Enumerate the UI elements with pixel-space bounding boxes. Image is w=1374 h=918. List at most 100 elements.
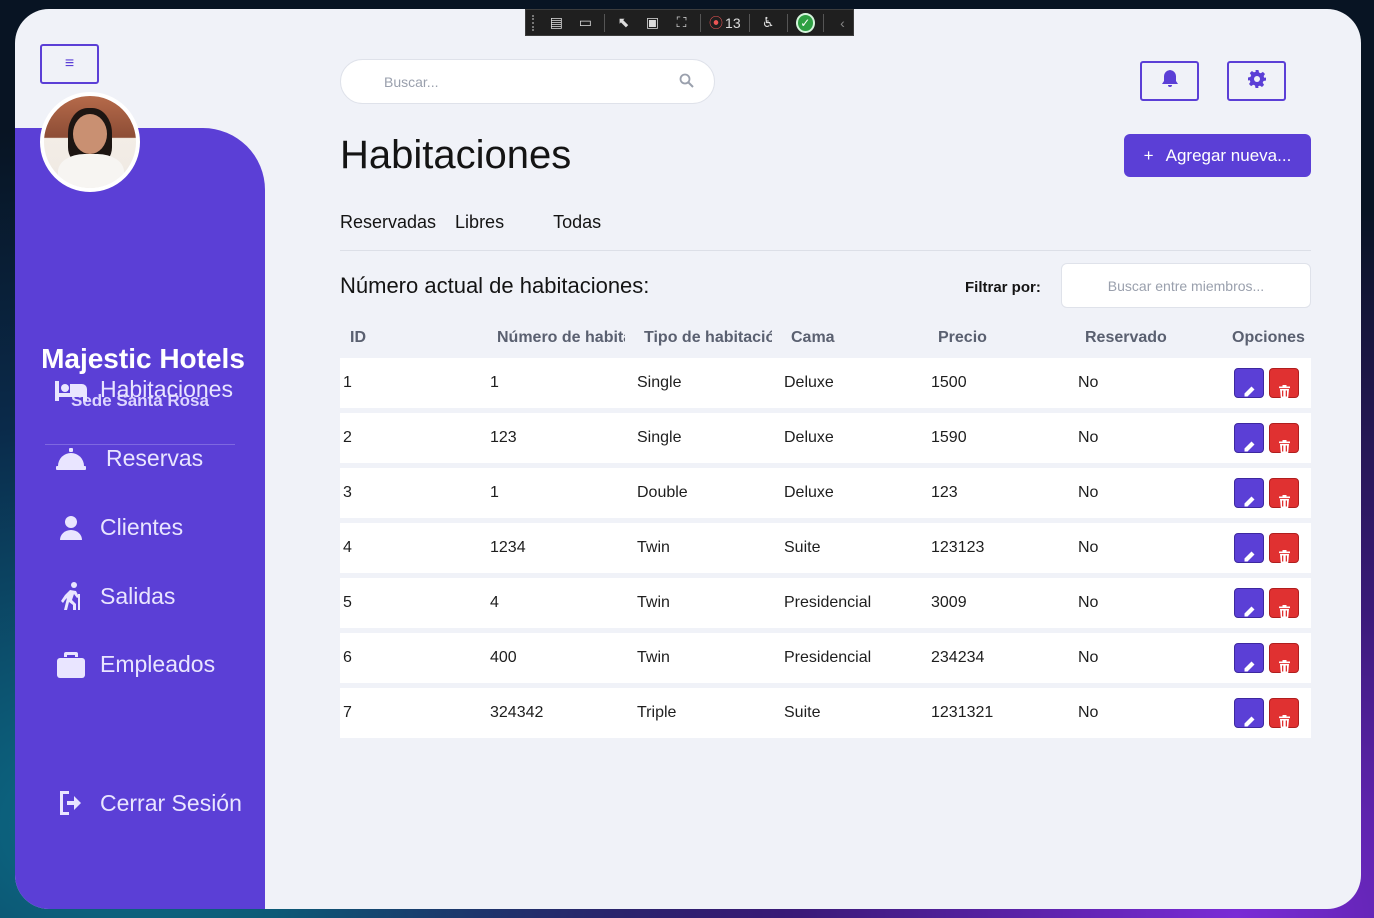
delete-button[interactable] [1269,588,1299,618]
hamburger-icon: ≡ [64,55,75,72]
column-header-id[interactable]: ID [350,329,366,347]
tab-libres[interactable]: Libres [455,212,504,233]
column-header-reserved[interactable]: Reservado [1085,329,1167,347]
cell-id: 4 [343,539,352,556]
cell-price: 234234 [931,649,985,666]
column-header-room-type[interactable]: Tipo de habitación [644,329,772,347]
delete-button[interactable] [1269,643,1299,673]
table-row[interactable]: 7 324342 Triple Suite 1231321 No [340,688,1311,738]
cell-id: 1 [343,374,352,391]
table-row[interactable]: 6 400 Twin Presidencial 234234 No [340,633,1311,683]
table-row[interactable]: 5 4 Twin Presidencial 3009 No [340,578,1311,628]
column-header-room-number[interactable]: Número de habitación [497,329,625,347]
cell-room-number: 4 [490,594,499,611]
cell-id: 6 [343,649,352,666]
cell-room-number: 123 [490,429,517,446]
filter-label: Filtrar por: [965,279,1041,296]
pencil-icon [1243,385,1255,403]
delete-button[interactable] [1269,368,1299,398]
collapse-chevron-icon[interactable]: ‹ [832,14,853,32]
delete-button[interactable] [1269,698,1299,728]
track-focus-icon[interactable]: ⛶ [671,14,692,32]
logout-button[interactable]: Cerrar Sesión [53,789,242,817]
sidebar-item-label: Habitaciones [100,376,233,402]
walking-icon [53,582,89,610]
user-icon [53,515,89,540]
cell-room-type: Twin [637,539,670,556]
table-row[interactable]: 1 1 Single Deluxe 1500 No [340,358,1311,408]
cell-reserved: No [1078,374,1099,391]
pencil-icon [1243,715,1255,733]
sidebar-item-clientes[interactable]: Clientes [53,514,183,541]
sidebar-item-label: Salidas [100,582,176,609]
tab-reservadas[interactable]: Reservadas [340,212,436,233]
trash-icon [1278,385,1290,403]
bed-icon [53,379,89,401]
edit-button[interactable] [1234,423,1264,453]
edit-button[interactable] [1234,368,1264,398]
service-bell-icon [53,447,89,470]
pencil-icon [1243,660,1255,678]
add-new-button[interactable]: + Agregar nueva... [1124,134,1311,177]
column-header-bed[interactable]: Cama [791,329,835,347]
brand-name: Majestic Hotels [41,343,245,374]
checkmark-icon[interactable]: ✓ [795,12,815,33]
cell-room-type: Single [637,429,682,446]
sidebar-item-reservas[interactable]: Reservas [53,445,203,472]
record-icon[interactable]: ▭ [575,14,596,32]
avatar[interactable] [40,92,140,192]
sidebar-item-label: Clientes [100,514,184,540]
sidebar-item-empleados[interactable]: Empleados [53,651,215,678]
edit-button[interactable] [1234,698,1264,728]
trash-icon [1278,550,1290,568]
table-row[interactable]: 3 1 Double Deluxe 123 No [340,468,1311,518]
cell-room-type: Twin [637,649,670,666]
hamburger-menu-button[interactable]: ≡ [40,44,99,84]
grip-handle[interactable] [532,14,538,31]
edit-button[interactable] [1234,588,1264,618]
binding-failures-count: 13 [725,14,741,31]
cell-bed: Presidencial [784,649,872,666]
cell-bed: Suite [784,539,821,556]
cell-room-type: Double [637,484,688,501]
notifications-button[interactable] [1140,61,1199,101]
page-title: Habitaciones [340,133,572,177]
display-layout-icon[interactable]: ▣ [642,14,663,32]
cell-bed: Deluxe [784,374,834,391]
column-header-price[interactable]: Precio [938,329,987,347]
sidebar: Majestic Hotels Sede Santa Rosa Habitaci… [15,128,265,909]
members-search-input[interactable]: Buscar entre miembros... [1061,263,1311,308]
tab-todas[interactable]: Todas [553,212,601,233]
edit-button[interactable] [1234,643,1264,673]
delete-button[interactable] [1269,533,1299,563]
filter-tabs: Reservadas Libres Todas [340,212,620,233]
search-input[interactable]: Buscar... [384,74,438,90]
cell-room-number: 1 [490,484,499,501]
cell-reserved: No [1078,429,1099,446]
table-header: ID Número de habitación Tipo de habitaci… [340,323,1311,353]
table-row[interactable]: 4 1234 Twin Suite 123123 No [340,523,1311,573]
search-field[interactable]: Buscar... [340,59,715,104]
trash-icon [1278,605,1290,623]
binding-failures-icon[interactable]: ⦿ 13 [709,14,741,32]
cell-price: 1500 [931,374,967,391]
cell-id: 5 [343,594,352,611]
edit-button[interactable] [1234,478,1264,508]
delete-button[interactable] [1269,478,1299,508]
table-row[interactable]: 2 123 Single Deluxe 1590 No [340,413,1311,463]
plus-icon: + [1143,145,1154,165]
live-tree-icon[interactable]: ▤ [546,14,567,32]
briefcase-icon [53,651,89,678]
sidebar-item-habitaciones[interactable]: Habitaciones [53,376,233,403]
cell-price: 1590 [931,429,967,446]
accessibility-icon[interactable]: ♿ [758,14,779,32]
logout-icon [53,789,89,817]
delete-button[interactable] [1269,423,1299,453]
sidebar-item-salidas[interactable]: Salidas [53,582,175,610]
search-icon [679,73,694,91]
settings-button[interactable] [1227,61,1286,101]
cell-price: 3009 [931,594,967,611]
edit-button[interactable] [1234,533,1264,563]
cell-bed: Deluxe [784,484,834,501]
select-element-icon[interactable]: ⬉ [613,14,634,32]
